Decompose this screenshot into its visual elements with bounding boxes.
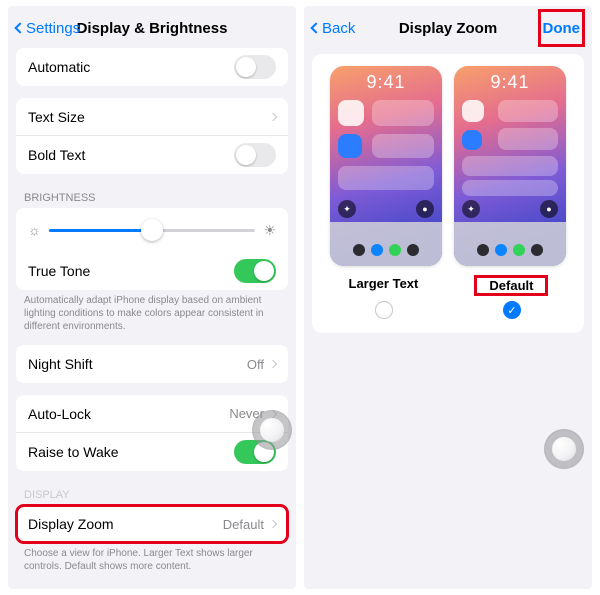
radio-larger-text[interactable] [375, 301, 393, 319]
sun-bright-icon: ☀ [263, 222, 276, 239]
chevron-right-icon [269, 112, 277, 120]
text-group: Text Size Bold Text [12, 98, 292, 174]
zoom-options-card: 9:41 ✦● 9:41 ✦● Larger Text [312, 54, 584, 333]
done-button[interactable]: Done [539, 10, 585, 46]
label-default: Default [475, 276, 547, 295]
true-tone-toggle[interactable] [234, 259, 276, 283]
bold-text-label: Bold Text [28, 147, 234, 163]
back-button-settings[interactable]: Settings [16, 10, 80, 46]
assistive-touch-button[interactable] [544, 429, 584, 469]
bold-text-row[interactable]: Bold Text [16, 136, 288, 174]
night-shift-row[interactable]: Night Shift Off [16, 345, 288, 383]
back-label: Back [322, 20, 355, 37]
brightness-slider-row[interactable]: ☼ ☀ [16, 208, 288, 252]
option-radios-row: ✓ [320, 301, 576, 319]
lock-group: Auto-Lock Never Raise to Wake [12, 395, 292, 471]
display-group: Display Display Zoom Default Choose a vi… [12, 483, 292, 573]
navbar-left: Settings Display & Brightness [12, 10, 292, 46]
preview-time: 9:41 [454, 72, 566, 93]
page-title: Display Zoom [399, 20, 497, 37]
text-size-row[interactable]: Text Size [16, 98, 288, 136]
display-header: Display [12, 483, 292, 505]
preview-default[interactable]: 9:41 ✦● [454, 66, 566, 266]
preview-larger-text[interactable]: 9:41 ✦● [330, 66, 442, 266]
chevron-right-icon [269, 360, 277, 368]
night-shift-group: Night Shift Off [12, 345, 292, 383]
auto-lock-row[interactable]: Auto-Lock Never [16, 395, 288, 433]
settings-scroll[interactable]: Automatic Text Size Bold Text [12, 46, 292, 585]
night-shift-card: Night Shift Off [16, 345, 288, 383]
raise-to-wake-label: Raise to Wake [28, 444, 234, 460]
true-tone-label: True Tone [28, 263, 234, 279]
back-button[interactable]: Back [312, 10, 355, 46]
true-tone-footer: Automatically adapt iPhone display based… [12, 290, 292, 333]
label-larger-text: Larger Text [349, 276, 419, 295]
settings-display-brightness-pane: Settings Display & Brightness Automatic … [8, 6, 296, 589]
auto-lock-label: Auto-Lock [28, 406, 229, 422]
back-label: Settings [26, 20, 80, 37]
true-tone-row[interactable]: True Tone [16, 252, 288, 290]
chevron-left-icon [310, 22, 321, 33]
raise-to-wake-row[interactable]: Raise to Wake [16, 433, 288, 471]
display-zoom-footer: Choose a view for iPhone. Larger Text sh… [12, 543, 292, 573]
page-title: Display & Brightness [77, 20, 228, 37]
sun-dim-icon: ☼ [28, 222, 41, 238]
brightness-card: ☼ ☀ True Tone [16, 208, 288, 290]
chevron-right-icon [269, 520, 277, 528]
navbar-right: Back Display Zoom Done [308, 10, 588, 46]
done-label: Done [543, 20, 581, 37]
automatic-row[interactable]: Automatic [16, 48, 288, 86]
preview-time: 9:41 [330, 72, 442, 93]
brightness-group: Brightness ☼ ☀ True Tone Automatically a [12, 186, 292, 333]
display-zoom-pane: Back Display Zoom Done 9:41 ✦● 9:41 [304, 6, 592, 589]
zoom-previews: 9:41 ✦● 9:41 ✦● [320, 66, 576, 266]
radio-default[interactable]: ✓ [503, 301, 521, 319]
brightness-header: Brightness [12, 186, 292, 208]
option-labels-row: Larger Text Default [320, 276, 576, 295]
text-size-label: Text Size [28, 109, 264, 125]
assistive-touch-button[interactable] [252, 410, 292, 450]
night-shift-value: Off [247, 357, 264, 372]
display-zoom-card: Display Zoom Default [16, 505, 288, 543]
night-shift-label: Night Shift [28, 356, 247, 372]
display-zoom-value: Default [223, 517, 264, 532]
bold-text-toggle[interactable] [234, 143, 276, 167]
automatic-toggle[interactable] [234, 55, 276, 79]
brightness-slider[interactable] [49, 229, 256, 232]
lock-card: Auto-Lock Never Raise to Wake [16, 395, 288, 471]
chevron-left-icon [14, 22, 25, 33]
appearance-card: Automatic [16, 48, 288, 86]
automatic-label: Automatic [28, 59, 234, 75]
text-card: Text Size Bold Text [16, 98, 288, 174]
display-zoom-row[interactable]: Display Zoom Default [16, 505, 288, 543]
display-zoom-label: Display Zoom [28, 516, 223, 532]
